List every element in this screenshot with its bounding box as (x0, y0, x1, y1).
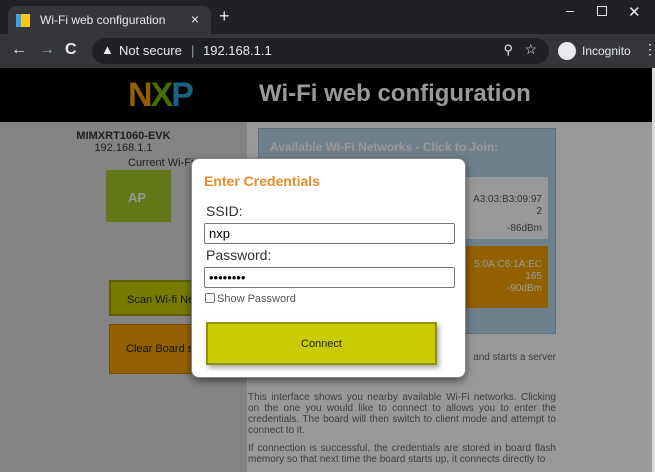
incognito-icon[interactable] (558, 42, 576, 60)
window-close-icon[interactable]: ✕ (628, 3, 641, 21)
show-password-checkbox[interactable] (205, 293, 215, 303)
browser-menu-icon[interactable]: ⋮ (643, 41, 655, 58)
ssid-label: SSID: (206, 203, 243, 219)
browser-tab[interactable]: Wi-Fi web configuration × (8, 6, 211, 34)
connect-button[interactable]: Connect (206, 322, 437, 365)
bookmark-star-icon[interactable]: ☆ (524, 41, 537, 58)
dialog-title: Enter Credentials (204, 173, 320, 189)
ssid-input[interactable] (204, 223, 455, 244)
address-separator: | (191, 43, 195, 58)
browser-toolbar: ← → C ▲ Not secure | 192.168.1.1 ⚲ ☆ (0, 34, 655, 68)
security-status[interactable]: Not secure (119, 43, 182, 58)
password-label: Password: (206, 247, 272, 263)
zoom-icon[interactable]: ⚲ (503, 42, 513, 58)
credentials-dialog: Enter Credentials SSID: Password: Show P… (191, 158, 466, 378)
browser-tab-strip: Wi-Fi web configuration × + – ✕ (0, 0, 655, 34)
reload-icon[interactable]: C (65, 41, 77, 59)
favicon-icon (16, 14, 30, 27)
tab-title: Wi-Fi web configuration (40, 13, 166, 27)
tab-close-icon[interactable]: × (191, 11, 199, 27)
maximize-icon[interactable] (597, 6, 607, 16)
new-tab-icon[interactable]: + (219, 6, 230, 27)
profile-label[interactable]: Incognito (582, 44, 631, 58)
minimize-icon[interactable]: – (566, 2, 574, 18)
url-text[interactable]: 192.168.1.1 (203, 43, 272, 58)
warning-icon[interactable]: ▲ (101, 42, 114, 57)
address-bar[interactable]: ▲ Not secure | 192.168.1.1 ⚲ ☆ (92, 38, 549, 64)
password-input[interactable] (204, 267, 455, 288)
back-icon[interactable]: ← (11, 41, 27, 59)
show-password-toggle[interactable]: Show Password (205, 293, 296, 305)
show-password-label: Show Password (217, 293, 296, 305)
forward-icon[interactable]: → (39, 41, 55, 59)
